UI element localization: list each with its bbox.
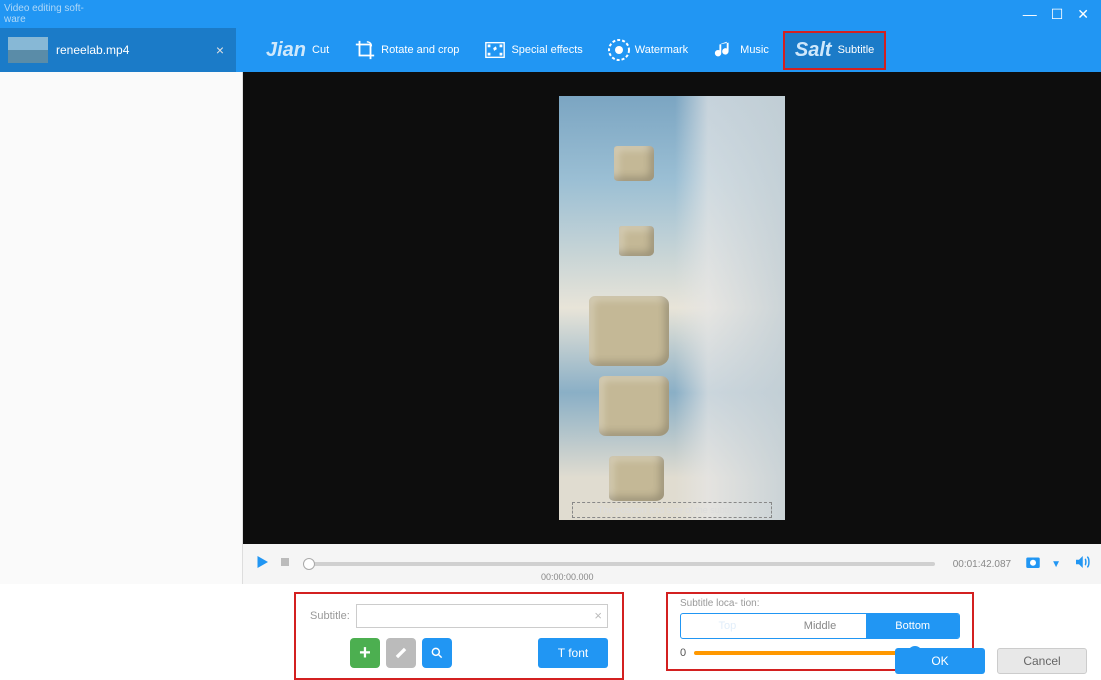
subtitle-big-label: Salt <box>795 39 832 62</box>
rock-decoration <box>609 456 664 501</box>
dropdown-icon[interactable]: ▼ <box>1051 559 1061 570</box>
location-label: Subtitle loca- tion: <box>680 598 960 609</box>
watermark-label: Watermark <box>635 44 688 56</box>
maximize-button[interactable]: ☐ <box>1051 6 1064 23</box>
player-controls: 00:00:00.000 00:01:42.087 ▼ <box>243 544 1101 584</box>
tool-rotate-crop[interactable]: Rotate and crop <box>343 32 469 68</box>
subtitle-editor-box: Subtitle: × + T font <box>294 592 624 680</box>
file-thumbnail-icon <box>8 37 48 63</box>
footer-buttons: OK Cancel <box>895 648 1087 674</box>
video-preview: The position and size of the subtitle... <box>243 72 1101 544</box>
location-min: 0 <box>680 647 686 659</box>
rock-decoration <box>599 376 669 436</box>
edit-subtitle-button[interactable] <box>386 638 416 668</box>
title-bar: Video editing soft- ware — ☐ ✕ <box>0 0 1101 28</box>
search-subtitle-button[interactable] <box>422 638 452 668</box>
snapshot-button[interactable] <box>1023 553 1043 576</box>
add-subtitle-button[interactable]: + <box>350 638 380 668</box>
tool-special-effects[interactable]: Special effects <box>473 32 592 68</box>
subtitle-buttons-row: + T font <box>350 638 608 668</box>
cut-label: Cut <box>312 44 329 56</box>
font-button[interactable]: T font <box>538 638 608 668</box>
subtitle-field-label: Subtitle: <box>310 610 350 622</box>
file-tab[interactable]: reneelab.mp4 × <box>0 28 236 72</box>
subtitle-input[interactable] <box>356 604 608 628</box>
tool-watermark[interactable]: Watermark <box>597 32 698 68</box>
seek-thumb[interactable] <box>303 558 315 570</box>
close-file-icon[interactable]: × <box>216 42 224 58</box>
subtitle-input-row: Subtitle: × <box>310 604 608 628</box>
effects-label: Special effects <box>511 44 582 56</box>
watermark-icon <box>607 38 631 62</box>
file-sidebar <box>0 72 243 584</box>
time-current: 00:00:00.000 <box>541 572 594 582</box>
file-name-label: reneelab.mp4 <box>56 43 216 57</box>
video-frame: The position and size of the subtitle... <box>559 96 785 520</box>
window-controls: — ☐ ✕ <box>1023 6 1089 23</box>
sky-decoration <box>675 96 785 520</box>
minimize-button[interactable]: — <box>1023 6 1037 23</box>
tool-music[interactable]: Music <box>702 32 779 68</box>
rock-decoration <box>614 146 654 181</box>
subtitle-overlay-text[interactable]: The position and size of the subtitle... <box>572 502 772 518</box>
toolbar: reneelab.mp4 × Jian Cut Rotate and crop … <box>0 28 1101 72</box>
main-body: The position and size of the subtitle...… <box>0 72 1101 584</box>
music-label: Music <box>740 44 769 56</box>
volume-button[interactable] <box>1073 553 1091 576</box>
effects-icon <box>483 38 507 62</box>
location-tab-middle[interactable]: Middle <box>774 614 867 638</box>
clear-input-icon[interactable]: × <box>594 608 602 623</box>
cut-big-label: Jian <box>266 39 306 62</box>
tool-subtitle[interactable]: Salt Subtitle <box>783 31 886 70</box>
close-window-button[interactable]: ✕ <box>1077 6 1089 23</box>
time-total: 00:01:42.087 <box>953 559 1011 570</box>
cancel-button[interactable]: Cancel <box>997 648 1087 674</box>
seek-slider[interactable] <box>303 562 935 566</box>
location-tab-top[interactable]: Top <box>681 614 774 638</box>
location-slider[interactable] <box>694 651 927 655</box>
play-button[interactable] <box>253 553 271 576</box>
crop-icon <box>353 38 377 62</box>
tool-list: Jian Cut Rotate and crop Special effects… <box>236 31 1101 70</box>
rock-decoration <box>619 226 654 256</box>
stop-button[interactable] <box>279 555 291 573</box>
rotate-label: Rotate and crop <box>381 44 459 56</box>
location-tab-bottom[interactable]: Bottom <box>866 614 959 638</box>
ok-button[interactable]: OK <box>895 648 985 674</box>
tool-cut[interactable]: Jian Cut <box>256 33 339 68</box>
subtitle-input-wrap: × <box>356 604 608 628</box>
subtitle-label: Subtitle <box>838 44 875 56</box>
rock-decoration <box>589 296 669 366</box>
music-icon <box>712 38 736 62</box>
preview-area: The position and size of the subtitle...… <box>243 72 1101 584</box>
location-tabs: Top Middle Bottom <box>680 613 960 639</box>
app-title: Video editing soft- ware <box>4 3 104 25</box>
